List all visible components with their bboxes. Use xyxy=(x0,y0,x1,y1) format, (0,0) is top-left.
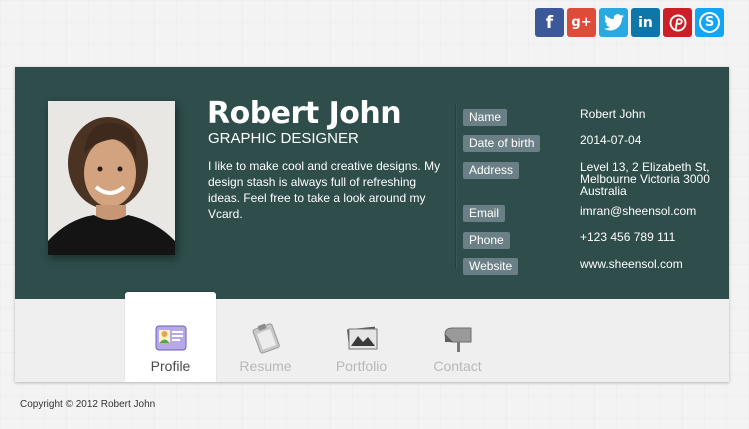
website-value[interactable]: www.sheensol.com xyxy=(580,258,730,270)
social-links: f g+ in S xyxy=(535,8,724,37)
name-value: Robert John xyxy=(580,107,646,121)
dob-value: 2014-07-04 xyxy=(580,133,642,147)
profile-name: Robert John xyxy=(207,96,402,131)
tab-profile-label: Profile xyxy=(150,358,191,374)
tab-portfolio-label: Portfolio xyxy=(335,358,388,374)
profile-title: GRAPHIC DESIGNER xyxy=(208,130,359,147)
phone-label: Phone xyxy=(463,232,510,249)
email-label: Email xyxy=(463,205,506,222)
name-label: Name xyxy=(463,109,508,126)
profile-bio: I like to make cool and creative designs… xyxy=(208,159,441,221)
photos-icon xyxy=(346,326,377,350)
id-card-icon xyxy=(155,325,186,351)
address-value: Level 13, 2 Elizabeth St, Melbourne Vict… xyxy=(580,160,710,198)
dob-label: Date of birth xyxy=(463,135,541,152)
copyright: Copyright © 2012 Robert John xyxy=(20,399,156,410)
mailbox-icon xyxy=(443,327,471,352)
phone-value: +123 456 789 111 xyxy=(580,230,676,244)
tab-contact-label: Contact xyxy=(433,358,482,374)
linkedin-icon[interactable]: in xyxy=(631,8,660,37)
pinterest-icon[interactable] xyxy=(663,8,692,37)
profile-header: Robert John GRAPHIC DESIGNER I like to m… xyxy=(15,67,729,299)
tab-bar: Profile Resume Portfolio Contact xyxy=(15,292,729,382)
tab-portfolio[interactable]: Portfolio xyxy=(316,299,407,382)
email-value[interactable]: imran@sheensol.com xyxy=(580,205,730,217)
address-label: Address xyxy=(463,162,520,179)
tab-resume[interactable]: Resume xyxy=(220,299,311,382)
tab-contact[interactable]: Contact xyxy=(412,299,503,382)
profile-photo xyxy=(48,101,175,255)
twitter-icon[interactable] xyxy=(599,8,628,37)
skype-icon[interactable]: S xyxy=(695,8,724,37)
google-plus-icon[interactable]: g+ xyxy=(567,8,596,37)
clipboard-icon xyxy=(252,323,280,354)
tab-profile[interactable]: Profile xyxy=(125,292,216,382)
website-label: Website xyxy=(463,258,519,275)
divider xyxy=(455,103,456,269)
tab-resume-label: Resume xyxy=(239,358,292,374)
facebook-icon[interactable]: f xyxy=(535,8,564,37)
vcard: Robert John GRAPHIC DESIGNER I like to m… xyxy=(15,67,729,382)
